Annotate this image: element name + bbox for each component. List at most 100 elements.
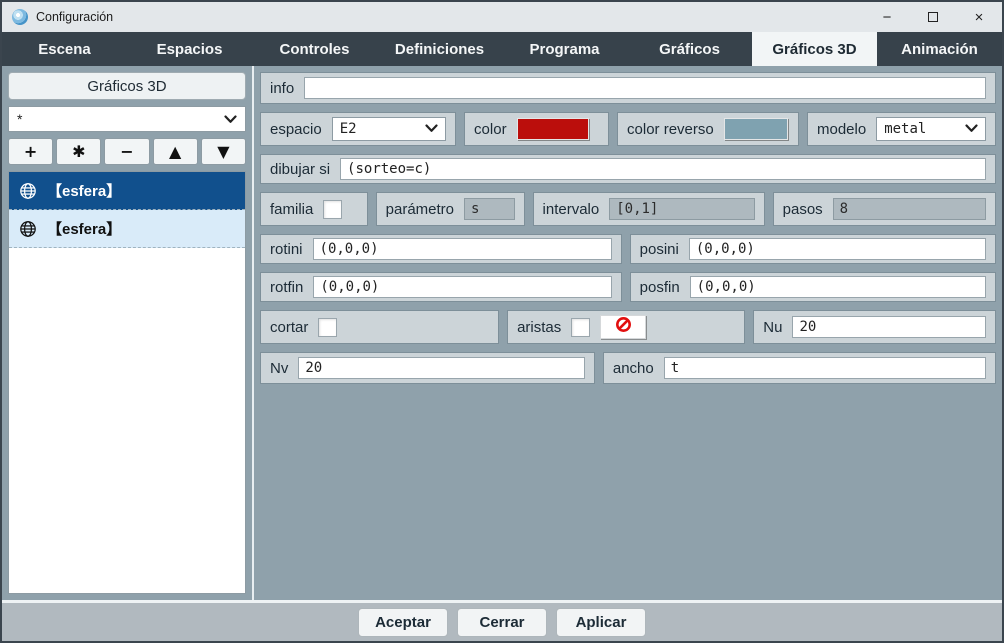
rotfin-input[interactable] (313, 276, 611, 298)
tab-bar: Escena Espacios Controles Definiciones P… (2, 32, 1002, 66)
aristas-color-button[interactable] (600, 315, 646, 339)
modelo-field: modelo metal (807, 112, 996, 146)
content-area: Gráficos 3D * + ✱ − ▲ ▼ (2, 66, 1002, 600)
nv-field: Nv (260, 352, 595, 384)
no-entry-icon (615, 316, 632, 338)
rotfin-label: rotfin (270, 279, 303, 296)
posini-label: posini (640, 241, 679, 258)
aristas-checkbox[interactable] (571, 318, 590, 337)
modelo-label: modelo (817, 121, 866, 138)
globe-icon (19, 220, 37, 238)
nu-label: Nu (763, 319, 782, 336)
globe-icon (19, 182, 37, 200)
rotfin-field: rotfin (260, 272, 622, 302)
posfin-input[interactable] (690, 276, 986, 298)
cortar-checkbox[interactable] (318, 318, 337, 337)
familia-field: familia (260, 192, 368, 226)
maximize-button[interactable] (910, 2, 956, 32)
row-dibujar-si: dibujar si (260, 154, 996, 184)
object-filter-select[interactable]: * (8, 106, 246, 132)
intervalo-input (609, 198, 754, 220)
tab-animacion[interactable]: Animación (877, 32, 1002, 66)
intervalo-field: intervalo (533, 192, 765, 226)
row-rot-pos-fin: rotfin posfin (260, 272, 996, 302)
row-space-colors: espacio E2 color color reverso (260, 112, 996, 146)
cortar-label: cortar (270, 319, 308, 336)
pasos-field: pasos (773, 192, 996, 226)
nu-field: Nu (753, 310, 996, 344)
row-rot-pos-ini: rotini posini (260, 234, 996, 264)
color-swatch[interactable] (517, 118, 589, 140)
tab-programa[interactable]: Programa (502, 32, 627, 66)
row-familia: familia parámetro intervalo pasos (260, 192, 996, 226)
espacio-label: espacio (270, 121, 322, 138)
tab-controles[interactable]: Controles (252, 32, 377, 66)
row-info: info (260, 72, 996, 104)
title-bar: Configuración − × (2, 2, 1002, 32)
list-item-label: 【esfera】 (47, 180, 121, 201)
rotini-input[interactable] (313, 238, 612, 260)
posini-field: posini (630, 234, 996, 264)
info-input[interactable] (304, 77, 986, 99)
minimize-icon: − (883, 9, 892, 26)
pasos-input (833, 198, 986, 220)
row-nv-ancho: Nv ancho (260, 352, 996, 384)
modelo-select[interactable]: metal (876, 117, 986, 141)
footer-bar: Aceptar Cerrar Aplicar (2, 603, 1002, 641)
ancho-input[interactable] (664, 357, 986, 379)
tab-escena[interactable]: Escena (2, 32, 127, 66)
cortar-field: cortar (260, 310, 499, 344)
chevron-down-icon (224, 111, 237, 127)
accept-button[interactable]: Aceptar (358, 608, 448, 637)
panel-title: Gráficos 3D (8, 72, 246, 100)
espacio-value: E2 (340, 121, 419, 137)
tab-espacios[interactable]: Espacios (127, 32, 252, 66)
tab-graficos-3d[interactable]: Gráficos 3D (752, 32, 877, 66)
rotini-label: rotini (270, 241, 303, 258)
pasos-label: pasos (783, 201, 823, 218)
aristas-field: aristas (507, 310, 745, 344)
color-reverso-swatch[interactable] (724, 118, 788, 140)
parametro-input (464, 198, 514, 220)
nu-input[interactable] (792, 316, 986, 338)
dibujar-si-input[interactable] (340, 158, 986, 180)
nv-input[interactable] (298, 357, 585, 379)
add-object-button[interactable]: + (8, 138, 53, 165)
row-cortar-aristas: cortar aristas (260, 310, 996, 344)
ancho-label: ancho (613, 360, 654, 377)
close-button[interactable]: × (956, 2, 1002, 32)
objects-list: 【esfera】 【esfera】 (8, 171, 246, 594)
rotini-field: rotini (260, 234, 622, 264)
window-controls: − × (864, 2, 1002, 32)
configuration-window: Configuración − × Escena Espacios Contro… (0, 0, 1004, 643)
color-reverso-field: color reverso (617, 112, 799, 146)
color-label: color (474, 121, 507, 138)
ancho-field: ancho (603, 352, 996, 384)
nv-label: Nv (270, 360, 288, 377)
dibujar-si-field: dibujar si (260, 154, 996, 184)
posini-input[interactable] (689, 238, 986, 260)
move-up-button[interactable]: ▲ (153, 138, 198, 165)
duplicate-object-button[interactable]: ✱ (56, 138, 101, 165)
remove-object-button[interactable]: − (104, 138, 149, 165)
tab-graficos[interactable]: Gráficos (627, 32, 752, 66)
minimize-button[interactable]: − (864, 2, 910, 32)
object-filter-value: * (17, 111, 22, 127)
move-down-button[interactable]: ▼ (201, 138, 246, 165)
chevron-down-icon (425, 121, 438, 137)
apply-button[interactable]: Aplicar (556, 608, 646, 637)
color-reverso-label: color reverso (627, 121, 714, 138)
properties-form: info espacio E2 color (254, 66, 1002, 600)
list-item-esfera-2[interactable]: 【esfera】 (9, 210, 245, 248)
object-toolbar: + ✱ − ▲ ▼ (8, 138, 246, 165)
list-item-esfera-1[interactable]: 【esfera】 (9, 172, 245, 210)
window-title: Configuración (36, 10, 113, 24)
espacio-select[interactable]: E2 (332, 117, 446, 141)
list-item-label: 【esfera】 (47, 218, 121, 239)
tab-definiciones[interactable]: Definiciones (377, 32, 502, 66)
close-dialog-button[interactable]: Cerrar (457, 608, 547, 637)
maximize-icon (928, 12, 938, 22)
chevron-down-icon (965, 121, 978, 137)
familia-checkbox[interactable] (323, 200, 342, 219)
aristas-label: aristas (517, 319, 561, 336)
